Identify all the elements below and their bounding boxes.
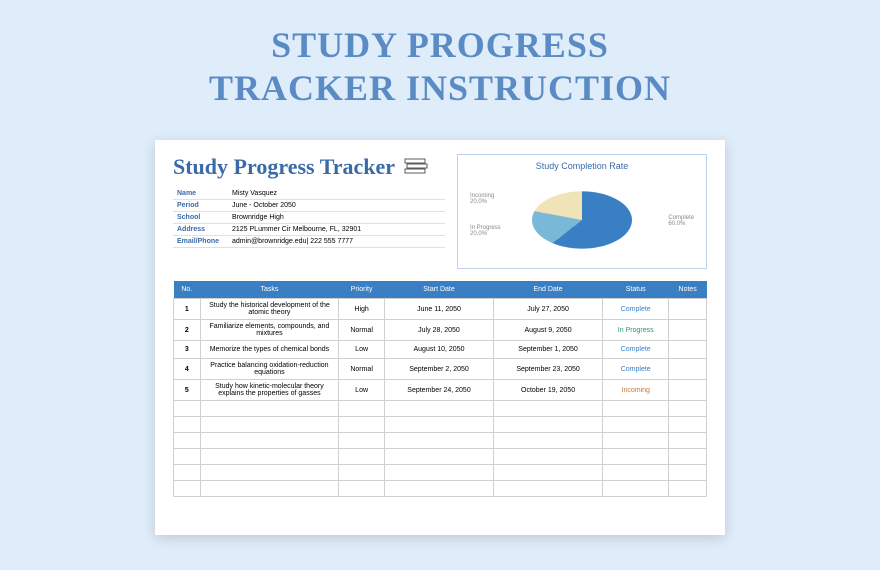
col-end: End Date (494, 281, 603, 299)
cell-no: 1 (174, 299, 201, 320)
meta-row-name: NameMisty Vasquez (173, 188, 445, 200)
document-card: Study Progress Tracker NameMisty Vasquez… (155, 140, 725, 535)
tracker-title-text: Study Progress Tracker (173, 154, 395, 180)
pie-graphic (532, 191, 632, 248)
col-start: Start Date (384, 281, 493, 299)
col-priority: Priority (339, 281, 385, 299)
cell-no: 5 (174, 380, 201, 401)
chart-title: Study Completion Rate (464, 161, 700, 171)
col-tasks: Tasks (200, 281, 339, 299)
cell-start: July 28, 2050 (384, 320, 493, 341)
table-row: 3 Memorize the types of chemical bonds L… (174, 341, 707, 359)
cell-end: August 9, 2050 (494, 320, 603, 341)
cell-no: 3 (174, 341, 201, 359)
cell-start: September 24, 2050 (384, 380, 493, 401)
books-icon (403, 157, 431, 177)
table-row-empty (174, 417, 707, 433)
page-title: STUDY PROGRESS TRACKER INSTRUCTION (0, 0, 880, 110)
page-title-line1: STUDY PROGRESS (0, 24, 880, 67)
cell-notes (669, 299, 707, 320)
table-row: 1 Study the historical development of th… (174, 299, 707, 320)
cell-notes (669, 359, 707, 380)
document-header: Study Progress Tracker NameMisty Vasquez… (173, 154, 707, 269)
meta-label: Period (173, 200, 228, 212)
cell-task: Familiarize elements, compounds, and mix… (200, 320, 339, 341)
cell-status: Complete (603, 359, 669, 380)
meta-table: NameMisty Vasquez PeriodJune - October 2… (173, 188, 445, 248)
cell-status: In Progress (603, 320, 669, 341)
cell-task: Study the historical development of the … (200, 299, 339, 320)
meta-label: Address (173, 224, 228, 236)
table-row-empty (174, 465, 707, 481)
meta-value: 2125 PLummer Cir Melbourne, FL, 32901 (228, 224, 445, 236)
meta-label: Email/Phone (173, 236, 228, 248)
pie-chart: Study Completion Rate Complete60.0% Inco… (457, 154, 707, 269)
cell-status: Complete (603, 299, 669, 320)
cell-status: Complete (603, 341, 669, 359)
tasks-table: No. Tasks Priority Start Date End Date S… (173, 281, 707, 497)
cell-task: Memorize the types of chemical bonds (200, 341, 339, 359)
tracker-title: Study Progress Tracker (173, 154, 445, 180)
table-row: 2 Familiarize elements, compounds, and m… (174, 320, 707, 341)
cell-end: September 23, 2050 (494, 359, 603, 380)
cell-notes (669, 380, 707, 401)
page-title-line2: TRACKER INSTRUCTION (0, 67, 880, 110)
table-row-empty (174, 449, 707, 465)
cell-end: October 19, 2050 (494, 380, 603, 401)
table-row: 4 Practice balancing oxidation-reduction… (174, 359, 707, 380)
cell-start: August 10, 2050 (384, 341, 493, 359)
col-status: Status (603, 281, 669, 299)
cell-end: September 1, 2050 (494, 341, 603, 359)
cell-notes (669, 320, 707, 341)
meta-value: Misty Vasquez (228, 188, 445, 200)
meta-value: Brownridge High (228, 212, 445, 224)
tasks-body: 1 Study the historical development of th… (174, 299, 707, 497)
table-row-empty (174, 481, 707, 497)
table-header-row: No. Tasks Priority Start Date End Date S… (174, 281, 707, 299)
cell-status: Incoming (603, 380, 669, 401)
meta-label: Name (173, 188, 228, 200)
cell-priority: Normal (339, 320, 385, 341)
pie-wrap: Complete60.0% Incoming20.0% In Progress2… (464, 175, 700, 265)
col-no: No. (174, 281, 201, 299)
table-row: 5 Study how kinetic-molecular theory exp… (174, 380, 707, 401)
cell-priority: Low (339, 380, 385, 401)
col-notes: Notes (669, 281, 707, 299)
cell-start: June 11, 2050 (384, 299, 493, 320)
cell-task: Study how kinetic-molecular theory expla… (200, 380, 339, 401)
pie-label-incoming: Incoming20.0% (470, 193, 494, 205)
cell-priority: Normal (339, 359, 385, 380)
pie-label-inprogress: In Progress20.0% (470, 225, 501, 237)
cell-end: July 27, 2050 (494, 299, 603, 320)
cell-task: Practice balancing oxidation-reduction e… (200, 359, 339, 380)
cell-no: 4 (174, 359, 201, 380)
table-row-empty (174, 401, 707, 417)
meta-row-period: PeriodJune - October 2050 (173, 200, 445, 212)
header-left: Study Progress Tracker NameMisty Vasquez… (173, 154, 445, 269)
meta-row-address: Address2125 PLummer Cir Melbourne, FL, 3… (173, 224, 445, 236)
meta-label: School (173, 212, 228, 224)
meta-row-school: SchoolBrownridge High (173, 212, 445, 224)
cell-start: September 2, 2050 (384, 359, 493, 380)
pie-label-complete: Complete60.0% (668, 215, 694, 227)
cell-priority: Low (339, 341, 385, 359)
table-row-empty (174, 433, 707, 449)
cell-priority: High (339, 299, 385, 320)
meta-value: June - October 2050 (228, 200, 445, 212)
meta-row-email: Email/Phoneadmin@brownridge.edu| 222 555… (173, 236, 445, 248)
meta-value: admin@brownridge.edu| 222 555 7777 (228, 236, 445, 248)
cell-no: 2 (174, 320, 201, 341)
cell-notes (669, 341, 707, 359)
